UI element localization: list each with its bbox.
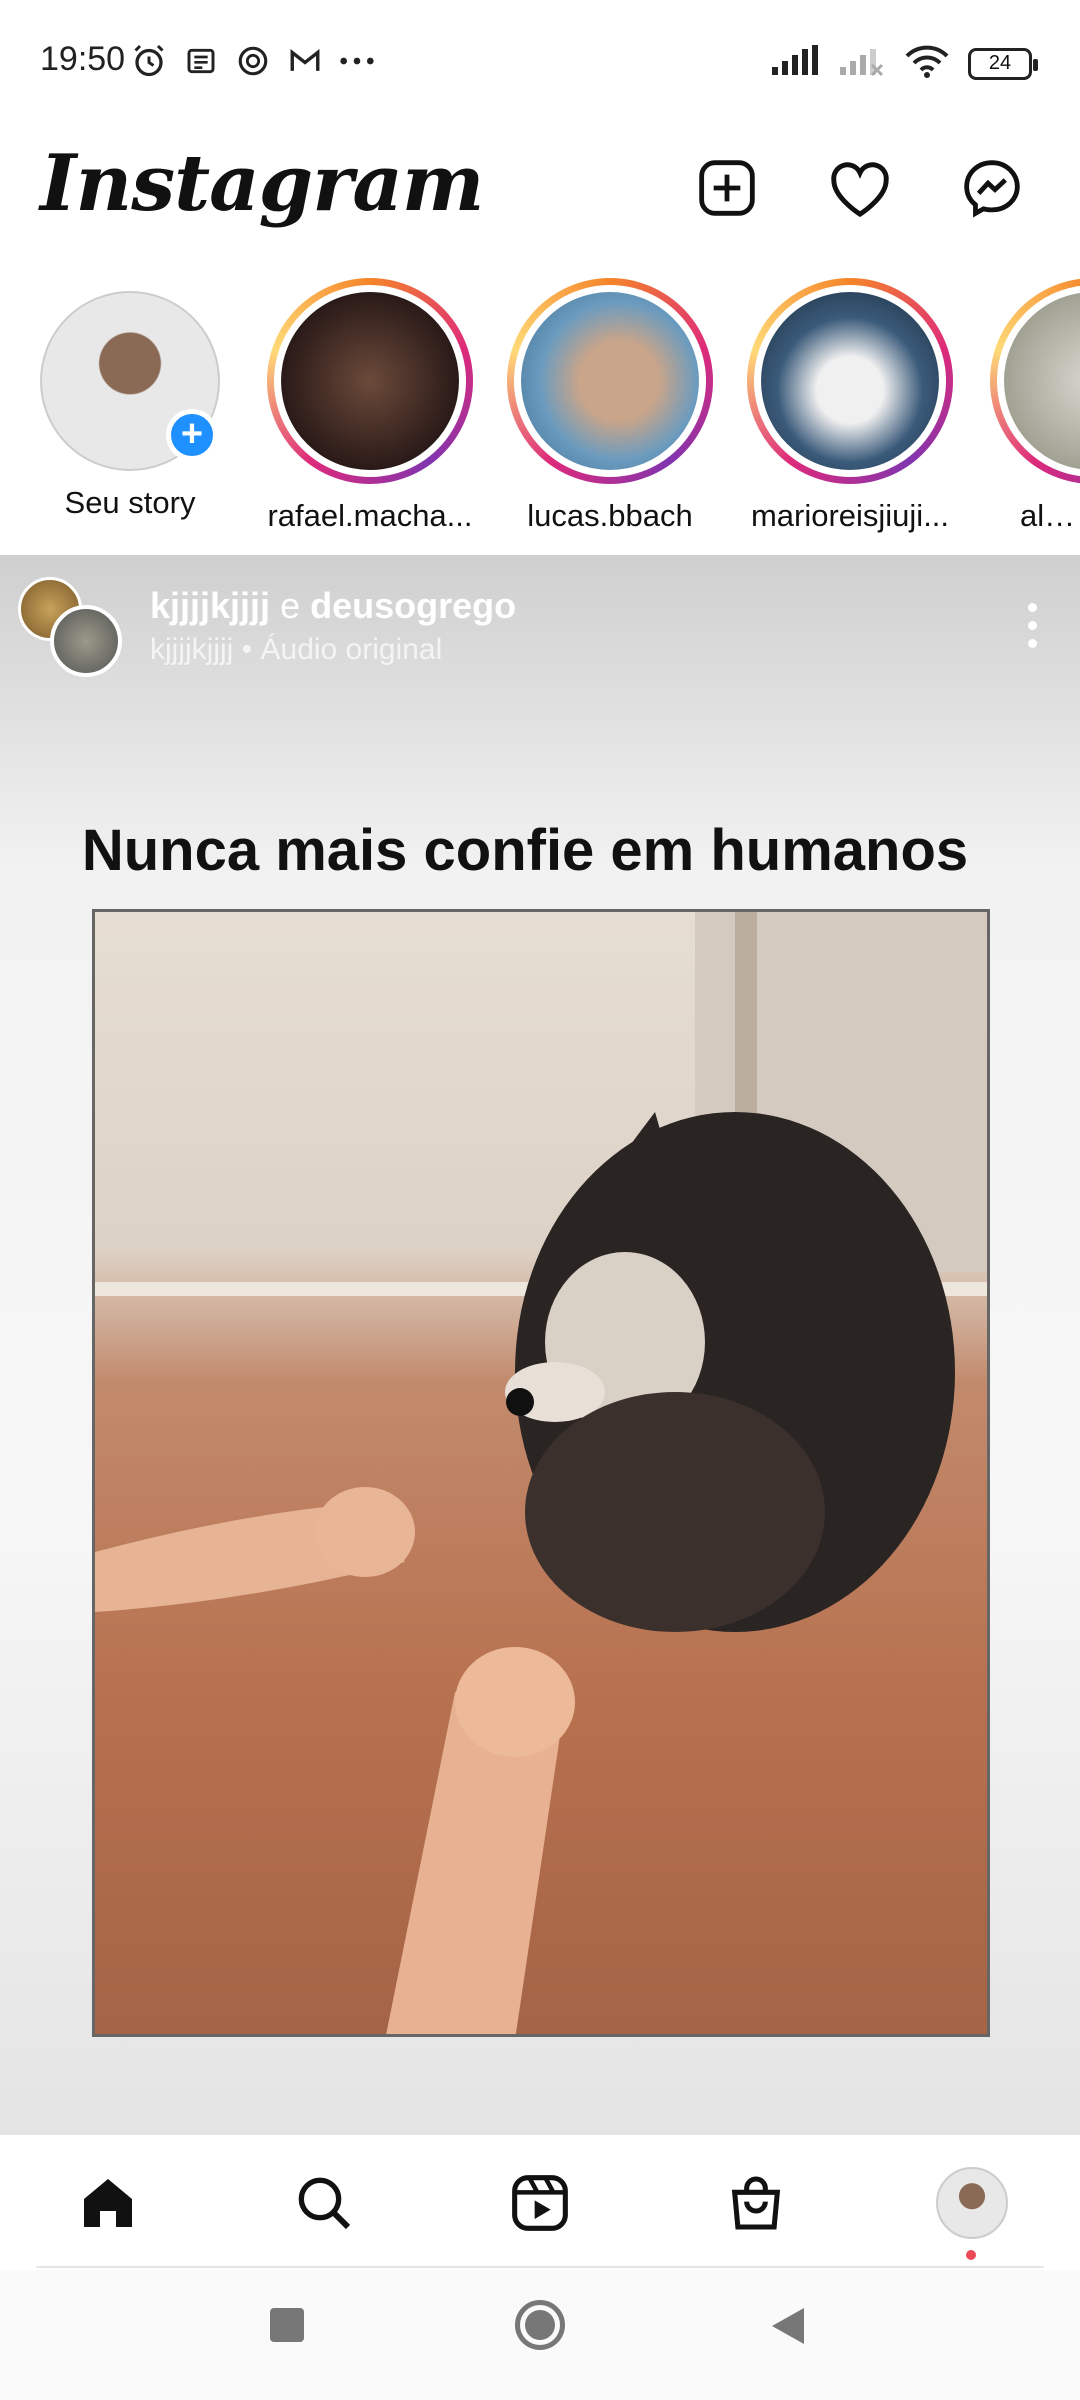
story-label: alem	[1020, 498, 1080, 533]
story-item[interactable]: rafael.macha...	[260, 278, 480, 534]
shop-icon[interactable]	[716, 2163, 796, 2243]
news-icon	[182, 42, 220, 80]
threads-icon	[234, 42, 272, 80]
home-icon[interactable]	[68, 2163, 148, 2243]
post-caption: Nunca mais confie em humanos	[81, 818, 969, 883]
heart-icon[interactable]	[820, 148, 900, 228]
alarm-icon	[130, 42, 168, 80]
stories-row: + Seu story rafael.macha... lucas.bbach …	[0, 270, 1080, 550]
status-bar: 19:50 24	[0, 0, 1080, 128]
instagram-logo[interactable]: Instagram	[40, 138, 484, 229]
story-label: marioreisjiuji...	[750, 498, 950, 533]
add-post-icon[interactable]	[687, 148, 767, 228]
more-options-icon[interactable]	[1024, 603, 1040, 657]
own-story-avatar[interactable]: +	[40, 291, 220, 471]
post-video[interactable]	[92, 909, 990, 2037]
post-coauthor-name[interactable]: deusogrego	[310, 585, 516, 626]
wifi-icon	[904, 44, 950, 83]
post-coauthor-avatar[interactable]	[50, 605, 122, 677]
recents-button[interactable]	[270, 2308, 304, 2342]
post-authors[interactable]: kjjjjkjjjj e deusogrego	[150, 585, 516, 627]
app-header: Instagram	[0, 128, 1080, 278]
system-nav	[0, 2270, 1080, 2400]
signal-weak-icon	[838, 45, 886, 82]
story-own[interactable]: + Seu story	[20, 278, 240, 521]
post-audio-info[interactable]: kjjjjkjjjj • Áudio original	[150, 633, 442, 667]
gmail-icon	[286, 42, 324, 80]
messenger-icon[interactable]	[952, 148, 1032, 228]
story-item[interactable]: lucas.bbach	[500, 278, 720, 534]
post-author-connector: e	[280, 585, 301, 626]
story-label: Seu story	[64, 485, 196, 520]
back-button[interactable]	[770, 2306, 806, 2351]
post-author-name[interactable]: kjjjjkjjjj	[150, 585, 270, 626]
status-time: 19:50	[40, 40, 126, 78]
story-label: rafael.macha...	[267, 498, 473, 533]
home-button[interactable]	[515, 2300, 565, 2350]
feed-post: kjjjjkjjjj e deusogrego kjjjjkjjjj • Áud…	[0, 555, 1080, 2135]
signal-icon	[770, 45, 820, 82]
reels-icon[interactable]	[500, 2163, 580, 2243]
add-story-icon[interactable]: +	[166, 409, 218, 461]
battery-icon: 24	[968, 47, 1038, 80]
notification-dot	[966, 2250, 976, 2260]
story-label: lucas.bbach	[527, 498, 693, 533]
dog-video-frame	[95, 912, 987, 2034]
nav-divider	[36, 2266, 1044, 2268]
more-dots-icon	[338, 42, 376, 80]
bottom-nav	[0, 2135, 1080, 2270]
search-icon[interactable]	[284, 2163, 364, 2243]
story-item[interactable]: alem	[980, 278, 1080, 534]
profile-avatar[interactable]	[932, 2163, 1012, 2243]
story-item[interactable]: marioreisjiuji...	[740, 278, 960, 534]
